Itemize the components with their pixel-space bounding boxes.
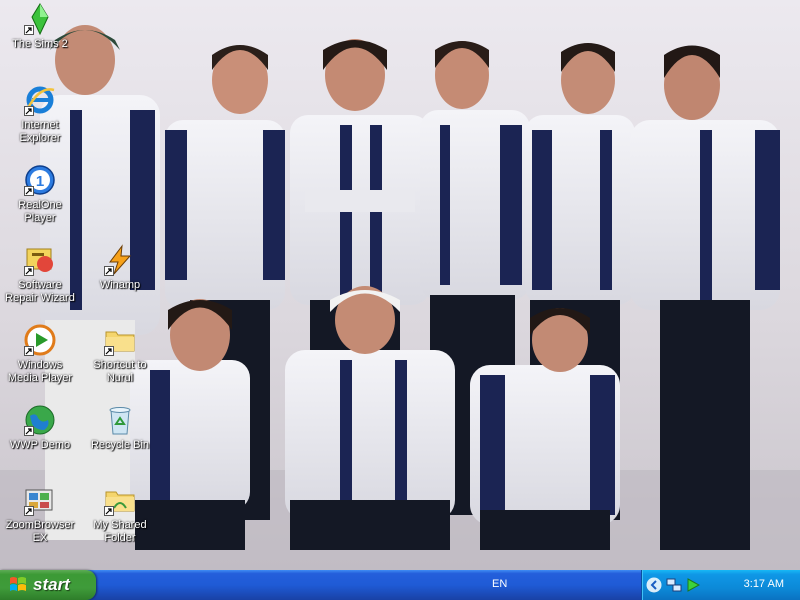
desktop-icon-my-shared-folder[interactable]: My Shared Folder bbox=[82, 484, 158, 545]
taskbar: start EN 3:17 AM bbox=[0, 570, 800, 600]
shortcut-arrow-icon bbox=[24, 266, 34, 276]
desktop-icon-label: The Sims 2 bbox=[12, 38, 68, 50]
shortcut-arrow-icon bbox=[104, 506, 114, 516]
desktop-icon-the-sims-2[interactable]: The Sims 2 bbox=[2, 3, 78, 51]
desktop-icon-recycle-bin[interactable]: Recycle Bin bbox=[82, 404, 158, 452]
shortcut-arrow-icon bbox=[104, 346, 114, 356]
desktop-icon-internet-explorer[interactable]: Internet Explorer bbox=[2, 84, 78, 145]
desktop-icon-label: RealOne Player bbox=[18, 199, 62, 224]
desktop-icon-label: Software Repair Wizard bbox=[5, 279, 75, 304]
desktop[interactable]: The Sims 2 Internet Explorer 1 RealOne P… bbox=[0, 0, 800, 570]
desktop-icon-shortcut-to-nurul[interactable]: Shortcut to Nurul bbox=[82, 324, 158, 385]
desktop-icon-label: Winamp bbox=[99, 279, 141, 291]
shortcut-arrow-icon bbox=[24, 506, 34, 516]
chevron-left-icon[interactable] bbox=[646, 577, 662, 593]
desktop-icon-label: WWP Demo bbox=[9, 439, 71, 451]
shortcut-arrow-icon bbox=[24, 346, 34, 356]
start-button[interactable]: start bbox=[0, 570, 96, 600]
desktop-icon-wwp-demo[interactable]: WWP Demo bbox=[2, 404, 78, 452]
desktop-icon-winamp[interactable]: Winamp bbox=[82, 244, 158, 292]
shortcut-arrow-icon bbox=[24, 426, 34, 436]
shortcut-arrow-icon bbox=[24, 25, 34, 35]
desktop-icon-zoombrowser-ex[interactable]: ZoomBrowser EX bbox=[2, 484, 78, 545]
windows-flag-icon bbox=[10, 577, 26, 591]
recycle-bin-icon bbox=[109, 407, 131, 435]
clock[interactable]: 3:17 AM bbox=[744, 578, 784, 590]
svg-text:1: 1 bbox=[36, 173, 44, 190]
desktop-icon-label: My Shared Folder bbox=[93, 519, 147, 544]
language-indicator[interactable]: EN bbox=[492, 578, 507, 590]
shortcut-arrow-icon bbox=[24, 186, 34, 196]
desktop-icon-software-repair-wizard[interactable]: Software Repair Wizard bbox=[2, 244, 78, 305]
start-label: start bbox=[33, 575, 70, 594]
desktop-icon-windows-media-player[interactable]: Windows Media Player bbox=[2, 324, 78, 385]
desktop-icon-label: Windows Media Player bbox=[7, 359, 73, 384]
desktop-icon-label: Internet Explorer bbox=[19, 119, 61, 144]
desktop-icon-realone-player[interactable]: 1 RealOne Player bbox=[2, 164, 78, 225]
desktop-icon-label: Shortcut to Nurul bbox=[93, 359, 147, 384]
network-icon[interactable] bbox=[666, 577, 682, 593]
shortcut-arrow-icon bbox=[104, 266, 114, 276]
system-tray: EN 3:17 AM bbox=[492, 570, 800, 600]
shortcut-arrow-icon bbox=[24, 106, 34, 116]
desktop-icon-label: Recycle Bin bbox=[90, 439, 150, 451]
play-icon[interactable] bbox=[686, 578, 700, 592]
desktop-icon-label: ZoomBrowser EX bbox=[5, 519, 75, 544]
